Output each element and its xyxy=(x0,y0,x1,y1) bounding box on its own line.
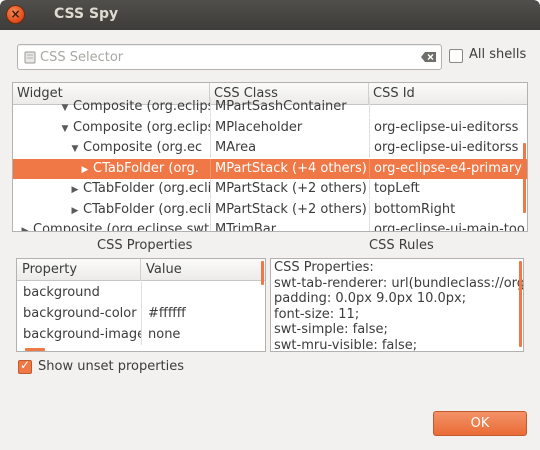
tree-cell-css-class: MPlaceholder xyxy=(210,117,369,138)
ok-button[interactable]: OK xyxy=(433,411,527,436)
search-box[interactable] xyxy=(17,44,442,70)
widget-tree-table[interactable]: Widget CSS Class CSS Id ▼ Composite (org.… xyxy=(12,82,528,232)
property-row[interactable]: background-image none xyxy=(17,324,265,345)
vertical-scroll-indicator[interactable] xyxy=(523,143,526,213)
property-value: none xyxy=(141,324,265,345)
tree-cell-css-class: MPartStack (+2 others) xyxy=(210,179,369,199)
column-header-property[interactable]: Property xyxy=(17,259,141,281)
property-name: background-image xyxy=(23,327,141,342)
collapsed-arrow-icon[interactable]: ▶ xyxy=(19,221,31,231)
css-spy-dialog: × CSS Spy All shells Widget CSS Class CS… xyxy=(0,0,540,450)
tree-cell-css-id: org-eclipse-ui-editorss xyxy=(369,117,525,138)
widget-name: CTabFolder (org.ecli xyxy=(83,201,210,217)
tree-cell-css-class: MTrimBar xyxy=(210,220,369,231)
tree-cell-css-id: org-eclipse-ui-main-toolb xyxy=(369,220,525,231)
rule-line: padding: 0.0px 9.0px 10.0px; xyxy=(274,291,467,306)
show-unset-label: Show unset properties xyxy=(38,359,185,374)
expanded-arrow-icon[interactable]: ▼ xyxy=(69,139,81,158)
tree-cell-widget: ▼ Composite (org.eclipse xyxy=(13,118,210,138)
properties-header: Property Value xyxy=(17,259,265,281)
tree-cell-widget: ▶ CTabFolder (org.ecli xyxy=(13,200,210,220)
properties-scroll-indicator[interactable] xyxy=(261,261,264,285)
show-unset-checkbox[interactable]: ✓ xyxy=(18,358,32,374)
tree-cell-css-class: MArea xyxy=(210,138,369,158)
close-icon: × xyxy=(10,7,21,21)
all-shells-checkbox[interactable] xyxy=(449,49,463,63)
widget-name: Composite (org.eclipse.swt.widgets.Compo… xyxy=(73,99,210,114)
tree-row[interactable]: ▶Composite (org.eclipse.swt.widgetsMTrim… xyxy=(13,220,527,232)
tree-cell-widget: ▶Composite (org.eclipse.swt.widgets xyxy=(13,220,210,232)
expanded-arrow-icon[interactable]: ▼ xyxy=(59,119,71,138)
tree-cell-css-id: org-eclipse-e4-primaryDa xyxy=(369,158,525,179)
tree-cell-widget: ▼ Composite (org.ec xyxy=(13,138,210,158)
tree-cell-css-id: bottomRight xyxy=(369,199,525,220)
tree-row[interactable]: ▼ Composite (org.ec MArea org-eclipse-ui-ed… xyxy=(13,138,527,158)
tree-row[interactable]: ▶ CTabFolder (org.ecli MPartStack (+2 othe… xyxy=(13,199,527,220)
css-rules-text[interactable]: CSS Properties: swt-tab-renderer: url(bun… xyxy=(270,258,524,352)
collapsed-arrow-icon[interactable]: ▶ xyxy=(69,180,81,199)
all-shells-label: All shells xyxy=(469,47,527,62)
tree-cell-css-id: org-eclipse-ui-editorss xyxy=(369,138,525,158)
checkmark-icon: ✓ xyxy=(20,358,31,372)
window-title: CSS Spy xyxy=(54,6,119,22)
property-name: background xyxy=(23,285,100,300)
property-row[interactable]: background-color #ffffff xyxy=(17,303,265,324)
tree-cell-css-class: MPartStack (+2 others) xyxy=(210,199,369,220)
property-name: background-color xyxy=(23,306,137,321)
property-value: #ffffff xyxy=(141,303,265,324)
widget-name: Composite (org.eclipse.swt.widgets xyxy=(33,222,210,232)
tree-row[interactable]: ▶ CTabFolder (org.ecli MPartStack (+2 othe… xyxy=(13,179,527,199)
widget-name: Composite (org.ec xyxy=(83,140,203,155)
rule-line: swt-simple: false; xyxy=(274,322,388,337)
property-row[interactable]: background xyxy=(17,282,265,303)
tree-cell-css-class: MPartSashContainer xyxy=(210,97,369,117)
tree-row[interactable]: ▶ CTabFolder (org. MPartStack (+4 others) o… xyxy=(13,158,527,179)
rule-line: CSS Properties: xyxy=(274,260,374,275)
tree-cell-css-id xyxy=(369,97,525,117)
widget-name: Composite (org.eclipse xyxy=(73,119,210,135)
tree-cell-widget: ▼Composite (org.eclipse.swt.widgets.Comp… xyxy=(13,97,210,117)
rule-line: swt-tab-renderer: url(bundleclass://org.… xyxy=(274,275,524,291)
collapsed-arrow-icon[interactable]: ▶ xyxy=(69,201,81,220)
css-selector-input[interactable] xyxy=(40,47,420,67)
search-icon xyxy=(24,51,36,64)
tree-cell-widget: ▶ CTabFolder (org. xyxy=(13,159,210,179)
tree-cell-css-class: MPartStack (+4 others) xyxy=(210,158,369,179)
tree-cell-css-id: topLeft xyxy=(369,179,525,199)
rules-scroll-indicator[interactable] xyxy=(519,261,522,347)
tree-row[interactable]: ▼Composite (org.eclipse.swt.widgets.Comp… xyxy=(13,97,527,117)
css-rules-title: CSS Rules xyxy=(369,238,434,253)
tree-row[interactable]: ▼ Composite (org.eclipse MPlaceholder org-e… xyxy=(13,117,527,138)
widget-name: CTabFolder (org. xyxy=(93,160,199,176)
properties-hscroll-indicator[interactable] xyxy=(25,348,45,351)
rule-line: font-size: 11; xyxy=(274,306,360,322)
expanded-arrow-icon[interactable]: ▼ xyxy=(59,98,71,117)
column-header-value[interactable]: Value xyxy=(141,259,265,281)
tree-cell-widget: ▶ CTabFolder (org.ecli xyxy=(13,179,210,199)
css-properties-table[interactable]: Property Value background background-colo… xyxy=(16,258,266,352)
clear-icon[interactable] xyxy=(421,51,437,63)
css-properties-title: CSS Properties xyxy=(97,238,193,253)
close-window-button[interactable]: × xyxy=(6,5,25,24)
collapsed-arrow-icon[interactable]: ▶ xyxy=(79,160,91,179)
property-value xyxy=(141,282,265,303)
widget-name: CTabFolder (org.ecli xyxy=(83,181,210,196)
rule-line: swt-mru-visible: false; xyxy=(274,337,418,352)
titlebar: × CSS Spy xyxy=(0,0,540,30)
